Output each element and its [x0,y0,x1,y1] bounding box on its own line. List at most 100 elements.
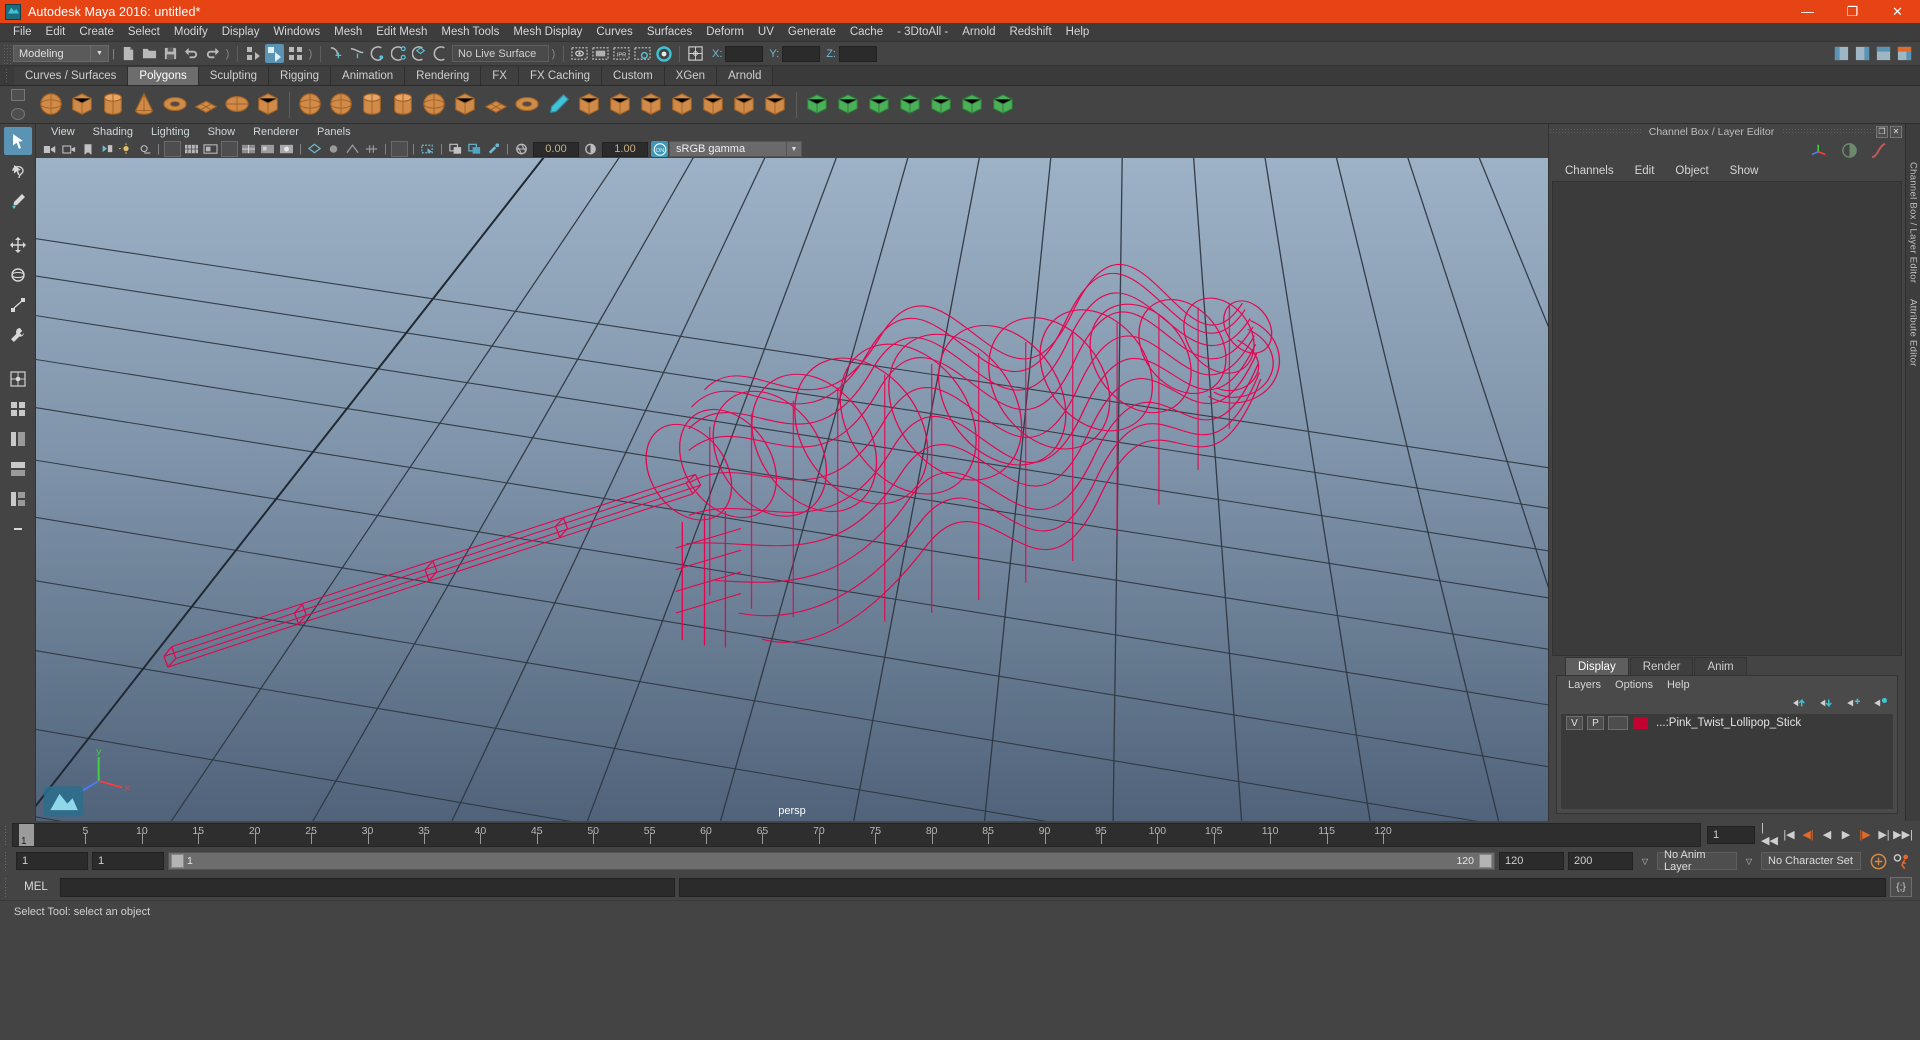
anim-layer-select[interactable]: No Anim Layer [1657,849,1737,873]
select-camera-icon[interactable] [41,141,58,157]
panel-grip-icon[interactable] [1782,128,1874,135]
layer-tab-anim[interactable]: Anim [1694,657,1747,675]
menu-edit-mesh[interactable]: Edit Mesh [369,23,434,42]
make-live-icon[interactable] [432,44,451,63]
poly-bridge-icon[interactable] [638,91,665,118]
menu-generate[interactable]: Generate [781,23,843,42]
shelf-tab-xgen[interactable]: XGen [664,67,718,85]
3d-viewport[interactable]: y x z persp [36,158,1548,821]
open-scene-icon[interactable] [140,44,159,63]
poly-pipe-icon[interactable] [359,91,386,118]
step-back-keyframe-button[interactable]: |◀ [1780,825,1798,845]
layer-menu-help[interactable]: Help [1660,679,1697,691]
lighting-mode-icon[interactable] [278,141,295,157]
camera-attributes-icon[interactable] [60,141,77,157]
minimize-button[interactable]: — [1785,0,1830,23]
render-sequence-icon[interactable] [591,44,610,63]
poly-bevel-icon[interactable] [607,91,634,118]
menu-file[interactable]: File [6,23,39,42]
render-current-frame-icon[interactable] [570,44,589,63]
go-to-start-button[interactable]: |◀◀ [1761,822,1779,847]
menu-mesh[interactable]: Mesh [327,23,369,42]
play-forwards-button[interactable]: ▶ [1837,825,1855,845]
layer-visibility-toggle[interactable]: V [1566,716,1583,730]
shelf-tab-fx[interactable]: FX [481,67,519,85]
bookmark-icon[interactable] [79,141,96,157]
layer-name[interactable]: ...:Pink_Twist_Lollipop_Stick [1656,717,1801,729]
new-scene-icon[interactable] [119,44,138,63]
more-layouts[interactable] [4,515,32,543]
anim-layer-dropdown-arrow[interactable]: ▽ [1637,852,1653,870]
color-management-toggle[interactable]: ON [651,141,668,157]
menu-3dtoall[interactable]: - 3DtoAll - [890,23,955,42]
menu-cache[interactable]: Cache [843,23,890,42]
last-tool[interactable] [4,321,32,349]
poly-cone-icon[interactable] [131,91,158,118]
menu-uv[interactable]: UV [751,23,781,42]
hypershade-render-icon[interactable] [654,44,673,63]
paint-select-tool[interactable] [4,187,32,215]
close-button[interactable]: ✕ [1875,0,1920,23]
multisample-aa-icon[interactable] [344,141,361,157]
menu-mesh-display[interactable]: Mesh Display [506,23,589,42]
shaded-mode-icon[interactable] [221,141,238,157]
character-set-select[interactable]: No Character Set [1761,852,1861,870]
x-axis-field[interactable] [725,45,764,62]
channel-box-menu-channels[interactable]: Channels [1556,165,1623,177]
time-cursor[interactable]: 1 [19,823,34,846]
poly-cube-b-icon[interactable] [328,91,355,118]
range-bar[interactable]: 1 120 [168,852,1495,870]
command-input[interactable] [60,877,675,897]
isolate-select-icon[interactable] [391,141,408,157]
render-settings-icon[interactable] [633,44,652,63]
character-set-dropdown-arrow[interactable]: ▽ [1741,852,1757,870]
menu-edit[interactable]: Edit [39,23,73,42]
poly-combine-icon[interactable] [669,91,696,118]
current-frame-field[interactable]: 1 [1707,825,1755,844]
viewport-menu-lighting[interactable]: Lighting [142,126,199,138]
two-sided-lighting-icon[interactable] [117,141,134,157]
poly-uv-icon[interactable] [959,91,986,118]
poly-append-icon[interactable] [804,91,831,118]
screen-space-ao-icon[interactable] [306,141,323,157]
shelf-options[interactable] [0,86,36,124]
poly-disc-icon[interactable] [224,91,251,118]
poly-mirror-icon[interactable] [762,91,789,118]
menuset-selector[interactable]: Modeling [13,45,91,62]
poly-superellipse-icon[interactable] [483,91,510,118]
menu-display[interactable]: Display [215,23,267,42]
show-hide-channel-box-icon[interactable] [1895,44,1914,63]
snap-to-grid-icon[interactable] [327,44,346,63]
poly-boolean-icon[interactable] [731,91,758,118]
panel-close-button[interactable]: ✕ [1890,125,1902,138]
poly-spherical-harmonics-icon[interactable] [514,91,541,118]
poly-platonic-icon[interactable] [255,91,282,118]
snap-to-projected-center-icon[interactable] [390,44,409,63]
viewport-menu-show[interactable]: Show [199,126,245,138]
undo-icon[interactable] [182,44,201,63]
auto-keyframe-toggle-icon[interactable] [1869,852,1888,871]
poly-duplicate-icon[interactable] [866,91,893,118]
xray-joints-icon[interactable] [447,141,464,157]
textured-mode-icon[interactable] [259,141,276,157]
shelf-tab-fx-caching[interactable]: FX Caching [518,67,603,85]
shelf-tab-polygons[interactable]: Polygons [128,67,199,85]
persp-graph-layout[interactable] [4,485,32,513]
shelf-grip-icon[interactable] [0,65,14,85]
channel-box-content[interactable] [1552,181,1902,656]
shelf-tab-rendering[interactable]: Rendering [405,67,482,85]
move-axis-icon[interactable] [1811,142,1829,158]
time-slider[interactable]: 1 5 10 15 20 25 30 35 40 45 50 55 60 65 70 75 80 85 90 95 1… [12,822,1701,847]
snap-to-point-icon[interactable] [369,44,388,63]
panel-grip-icon[interactable] [1549,128,1641,135]
new-layer-from-selection-icon[interactable] [1873,697,1889,709]
layer-menu-layers[interactable]: Layers [1561,679,1608,691]
poly-extrude-icon[interactable] [576,91,603,118]
show-hide-tool-settings-icon[interactable] [1874,44,1893,63]
layer-playback-toggle[interactable]: P [1587,716,1604,730]
poly-separate-icon[interactable] [700,91,727,118]
animation-preferences-icon[interactable] [1892,852,1912,871]
menu-redshift[interactable]: Redshift [1002,23,1058,42]
poly-helix-icon[interactable] [390,91,417,118]
poly-torus-icon[interactable] [162,91,189,118]
